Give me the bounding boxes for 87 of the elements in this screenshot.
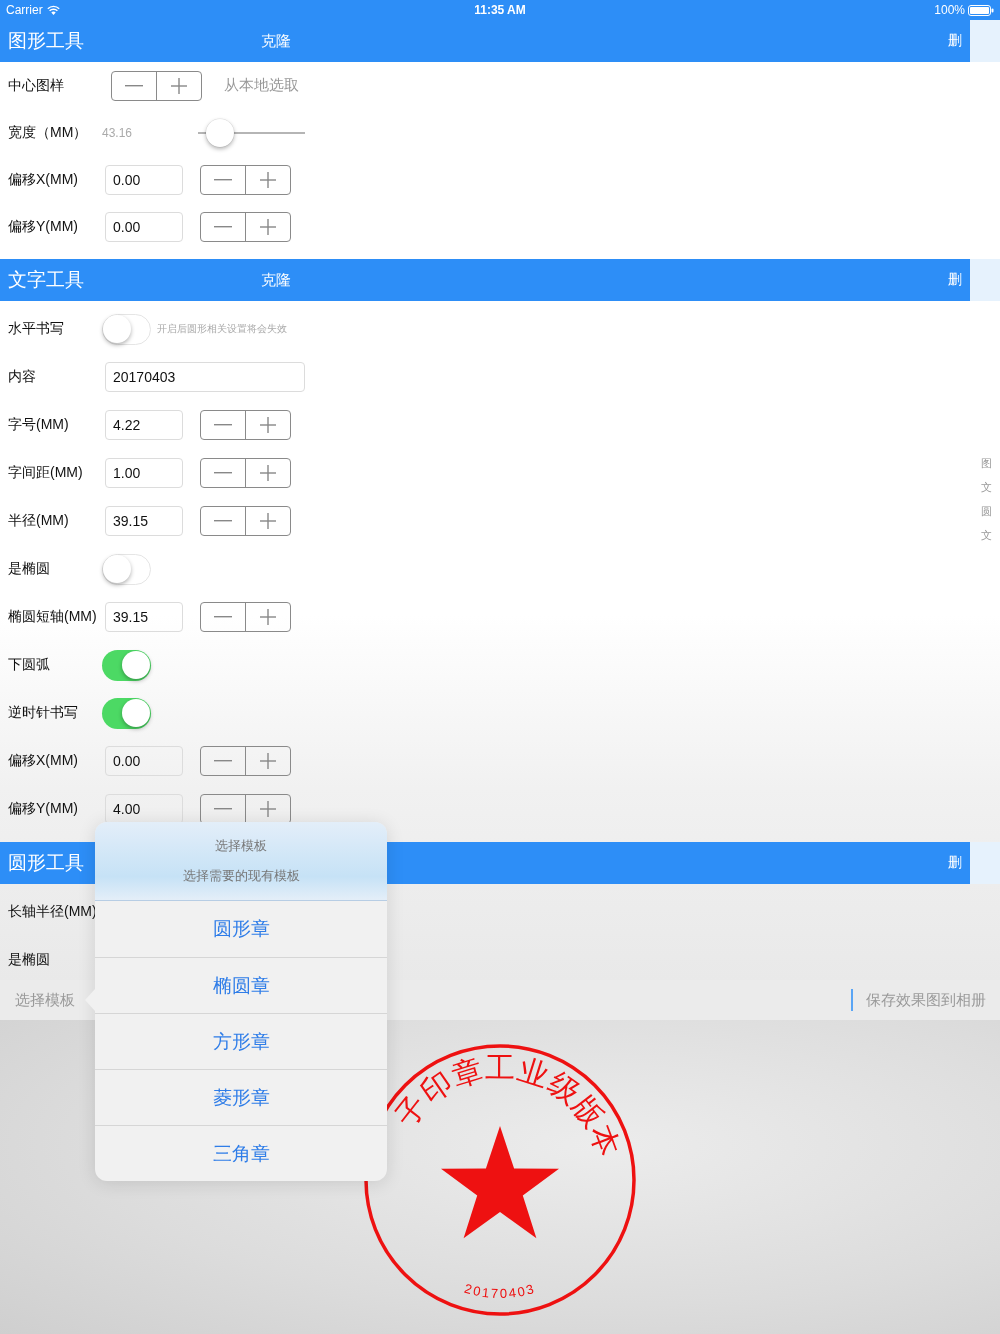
- delete-button[interactable]: 删: [948, 271, 962, 289]
- template-option[interactable]: 圆形章: [95, 901, 387, 957]
- field-label: 是椭圆: [8, 951, 51, 969]
- section-title: 图形工具: [8, 29, 84, 53]
- stepper[interactable]: [200, 458, 291, 488]
- index-item[interactable]: 圆: [981, 504, 992, 519]
- index-strip: [970, 842, 1000, 884]
- stepper[interactable]: [200, 164, 291, 195]
- stepper[interactable]: [200, 211, 291, 242]
- delete-button[interactable]: 删: [948, 32, 962, 50]
- field-label: 内容: [8, 368, 37, 386]
- plus-icon: [260, 513, 276, 529]
- input-field[interactable]: 0.00: [105, 164, 183, 195]
- delete-button[interactable]: 删: [948, 854, 962, 872]
- section-title: 文字工具: [8, 268, 84, 292]
- template-option[interactable]: 三角章: [95, 1125, 387, 1181]
- plus-icon: [260, 417, 276, 433]
- stepper[interactable]: [200, 602, 291, 632]
- stepper[interactable]: [111, 70, 202, 101]
- save-button[interactable]: 保存效果图到相册: [866, 990, 986, 1010]
- wifi-icon: [46, 5, 60, 15]
- stepper[interactable]: [200, 410, 291, 440]
- toggle-switch[interactable]: [102, 649, 151, 681]
- field-label: 偏移X(MM): [8, 752, 79, 770]
- minus-icon: [214, 178, 232, 181]
- index-strip: [970, 20, 1000, 62]
- field-label: 偏移Y(MM): [8, 217, 79, 236]
- minus-icon: [214, 472, 232, 474]
- clone-button[interactable]: 克隆: [261, 270, 291, 290]
- field-label: 字号(MM): [8, 416, 70, 434]
- input-field[interactable]: 1.00: [105, 458, 183, 488]
- toggle-switch[interactable]: [102, 697, 151, 729]
- index-strip: [970, 259, 1000, 301]
- plus-icon: [260, 465, 276, 481]
- popover-title: 选择模板: [215, 837, 267, 855]
- minus-icon: [214, 424, 232, 426]
- field-label: 逆时针书写: [8, 704, 79, 722]
- pick-local-link[interactable]: 从本地选取: [224, 76, 299, 95]
- slider-value: 43.16: [102, 125, 134, 140]
- input-field[interactable]: 4.22: [105, 410, 183, 440]
- field-label: 是椭圆: [8, 560, 51, 578]
- field-label: 偏移X(MM): [8, 170, 79, 189]
- clone-button[interactable]: 克隆: [261, 31, 291, 51]
- input-field[interactable]: 0.00: [105, 211, 183, 242]
- field-label: 中心图样: [8, 76, 65, 95]
- field-label: 椭圆短轴(MM): [8, 608, 98, 626]
- index-item[interactable]: 文: [981, 528, 992, 543]
- hint-text: 开启后圆形相关设置将会失效: [157, 322, 287, 336]
- stepper[interactable]: [200, 746, 291, 776]
- input-field[interactable]: 39.15: [105, 602, 183, 632]
- field-label: 水平书写: [8, 320, 65, 338]
- index-item[interactable]: 图: [981, 456, 992, 471]
- field-label: 下圆弧: [8, 656, 51, 674]
- plus-icon: [260, 753, 276, 769]
- clock-time: 11:35 AM: [474, 3, 526, 17]
- minus-icon: [214, 616, 232, 618]
- plus-icon: [260, 218, 276, 235]
- battery-icon: [968, 4, 994, 16]
- stepper[interactable]: [200, 506, 291, 536]
- minus-icon: [125, 84, 143, 87]
- template-option[interactable]: 方形章: [95, 1013, 387, 1069]
- minus-icon: [214, 225, 232, 228]
- stamp-date: 20170403: [462, 1280, 538, 1302]
- field-label: 字间距(MM): [8, 464, 84, 482]
- minus-icon: [214, 808, 232, 810]
- index-item[interactable]: 文: [981, 480, 992, 495]
- field-label: 半径(MM): [8, 512, 70, 530]
- plus-icon: [171, 77, 187, 94]
- carrier-label: Carrier: [6, 3, 43, 17]
- input-field[interactable]: 20170403: [105, 362, 305, 392]
- plus-icon: [260, 171, 276, 188]
- minus-icon: [214, 520, 232, 522]
- template-option[interactable]: 菱形章: [95, 1069, 387, 1125]
- plus-icon: [260, 801, 276, 817]
- minus-icon: [214, 760, 232, 762]
- template-option[interactable]: 椭圆章: [95, 957, 387, 1013]
- slider-thumb[interactable]: [205, 118, 234, 147]
- field-label: 偏移Y(MM): [8, 800, 79, 818]
- popover-message: 选择需要的现有模板: [182, 867, 300, 885]
- template-button[interactable]: 选择模板: [15, 990, 75, 1010]
- field-label: 长轴半径(MM): [8, 903, 98, 921]
- battery-percent: 100%: [934, 3, 965, 17]
- stamp-text: 子印章工业级版本: [389, 1050, 627, 1161]
- input-field[interactable]: 0.00: [105, 746, 183, 776]
- section-title: 圆形工具: [8, 851, 84, 875]
- input-field[interactable]: 39.15: [105, 506, 183, 536]
- plus-icon: [260, 609, 276, 625]
